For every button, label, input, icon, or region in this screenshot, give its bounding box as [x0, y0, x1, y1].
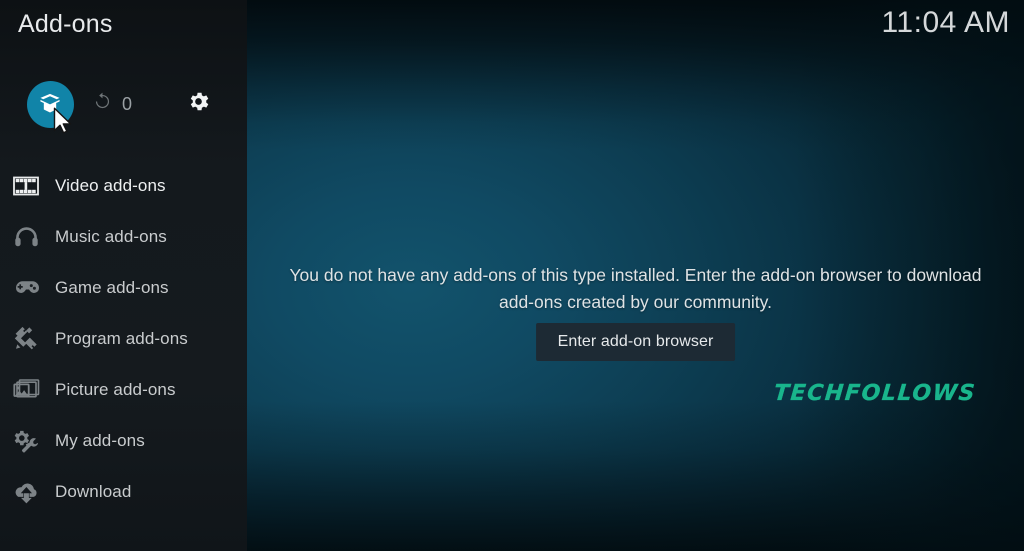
enter-addon-browser-button[interactable]: Enter add-on browser — [535, 323, 736, 361]
gear-icon — [186, 89, 211, 119]
update-count-label: 0 — [122, 93, 133, 114]
sidebar-item-music-addons[interactable]: Music add-ons — [0, 211, 247, 262]
sidebar-toolbar: 0 — [0, 78, 247, 130]
sidebar-item-label: Music add-ons — [55, 226, 167, 246]
sidebar-item-label: Download — [55, 481, 132, 501]
open-box-icon — [26, 80, 74, 128]
available-updates-button[interactable]: 0 — [92, 78, 167, 130]
clock: 11:04 AM — [881, 6, 1010, 39]
sidebar-item-video-addons[interactable]: Video add-ons — [0, 160, 247, 211]
sidebar-item-label: My add-ons — [55, 430, 145, 450]
main-content-area: You do not have any add-ons of this type… — [247, 0, 1024, 551]
watermark-techfollows: TECHFOLLOWS — [772, 381, 978, 406]
sidebar-item-label: Program add-ons — [55, 328, 188, 348]
pencil-ruler-icon — [11, 324, 41, 354]
empty-state-message: You do not have any add-ons of this type… — [289, 265, 982, 312]
gamepad-icon — [11, 273, 41, 303]
settings-button[interactable] — [175, 78, 221, 130]
sidebar-item-program-addons[interactable]: Program add-ons — [0, 313, 247, 364]
refresh-icon — [92, 91, 113, 117]
sidebar-item-picture-addons[interactable]: Picture add-ons — [0, 364, 247, 415]
addon-browser-button[interactable] — [25, 78, 75, 130]
sidebar-item-label: Video add-ons — [55, 175, 166, 195]
sidebar-item-download[interactable]: Download — [0, 466, 247, 517]
sidebar: Add-ons 0 Video add-ons Music add-ons Ga… — [0, 0, 247, 551]
sidebar-item-game-addons[interactable]: Game add-ons — [0, 262, 247, 313]
sidebar-item-my-addons[interactable]: My add-ons — [0, 415, 247, 466]
sidebar-item-label: Picture add-ons — [55, 379, 176, 399]
sidebar-menu: Video add-ons Music add-ons Game add-ons… — [0, 160, 247, 517]
headphones-icon — [11, 222, 41, 252]
film-strip-icon — [11, 171, 41, 201]
page-title: Add-ons — [18, 10, 113, 38]
kodi-addons-window: You do not have any add-ons of this type… — [0, 0, 1024, 551]
gear-wrench-icon — [11, 426, 41, 456]
sidebar-item-label: Game add-ons — [55, 277, 169, 297]
download-cloud-icon — [11, 477, 41, 507]
picture-icon — [11, 375, 41, 405]
